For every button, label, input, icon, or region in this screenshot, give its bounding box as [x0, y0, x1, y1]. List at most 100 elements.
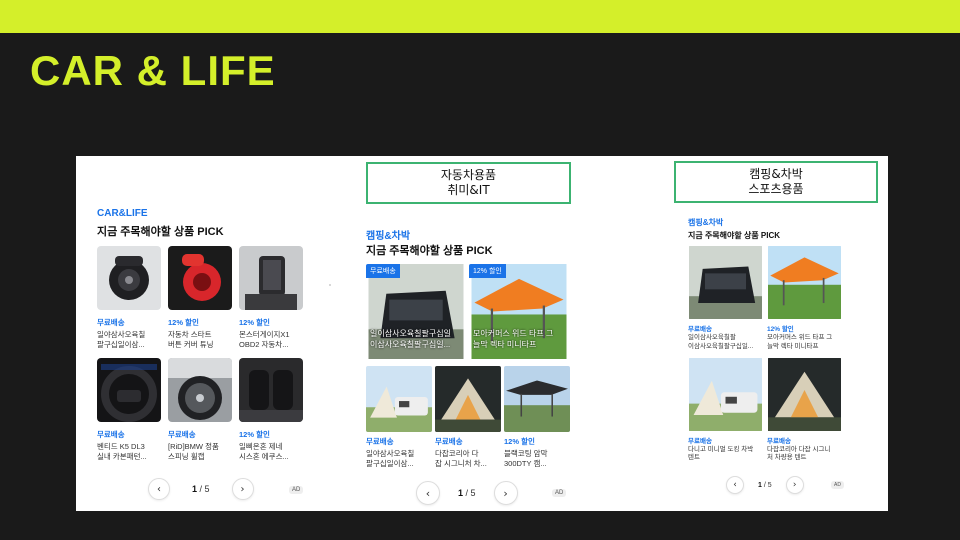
product-name-line: 처 차량용 텐트 — [767, 454, 807, 462]
product-tag: 무료배송 — [97, 318, 125, 327]
next-page-button[interactable]: › — [231, 478, 254, 500]
product-card[interactable]: 무료배송 일이삼사오육칠팔구십일 이삼사오육칠팔구십일... — [366, 264, 466, 359]
chevron-left-icon: ‹ — [733, 480, 737, 490]
product-tag: 무료배송 — [767, 437, 791, 445]
current-page: 1 — [758, 481, 762, 489]
chevron-right-icon: › — [240, 483, 245, 495]
product-badge: 무료배송 — [366, 264, 400, 278]
product-name: 자동차 스타트 버튼 커버 튜닝 — [168, 330, 232, 350]
product-card[interactable]: 무료배송 벤티드 K5 DL3 실내 카본패턴... — [97, 358, 161, 462]
page-indicator: 1 / 5 — [458, 488, 476, 498]
total-pages: / 5 — [199, 484, 210, 494]
car-wheel-image — [168, 358, 232, 422]
product-name-line: 다잡코리아 다 — [435, 449, 479, 458]
product-name-line: 잡 시그니처 차... — [435, 459, 487, 469]
product-panel-car-life: CAR&LIFE 지금 주목해야할 상품 PICK 무료배송 일야삼사오육칠 팔… — [76, 156, 336, 511]
car-awning-tent-image — [688, 358, 763, 431]
black-tarp-image — [504, 366, 570, 432]
product-name-line: 일야삼사오육칠 — [97, 330, 146, 339]
next-page-button[interactable]: › — [493, 481, 518, 505]
ad-badge: AD — [289, 486, 304, 494]
product-name: [RiD]BMW 정품 스피닝 휠캡 — [168, 442, 232, 462]
current-page: 1 — [192, 484, 198, 494]
overlay-line: 일이삼사오육칠팔구십일 — [370, 329, 451, 339]
product-card[interactable]: 12% 할인 몬스터게이지X1 OBD2 자동차... — [239, 246, 303, 350]
product-name-line: 팔구십일이삼... — [97, 340, 145, 350]
chevron-right-icon: › — [792, 480, 797, 490]
product-tag: 12% 할인 — [504, 437, 535, 446]
orange-tarp-image — [767, 246, 842, 319]
ad-badge: AD — [552, 489, 567, 497]
prev-page-button[interactable]: ‹ — [148, 478, 170, 500]
product-name: 일야삼사오육칠 팔구십일이삼... — [366, 449, 432, 469]
screenshot-canvas: CAR&LIFE 지금 주목해야할 상품 PICK 무료배송 일야삼사오육칠 팔… — [76, 156, 888, 511]
panel-brand-label: 캠핑&차박 — [366, 231, 411, 242]
product-tag: 무료배송 — [366, 437, 394, 446]
product-panel-camping-compact: 캠핑&차박 지금 주목해야할 상품 PICK 무료배송 일이삼사오육칠팔 이삼사… — [676, 156, 888, 511]
product-name: 모아커머스 위드 타프 그 늘막 렉타 미니타프 — [767, 334, 842, 352]
overlay-line: 이삼사오육칠팔구십일... — [370, 340, 451, 350]
product-panel-camping: 캠핑&차박 지금 주목해야할 상품 PICK 무료배송 일이삼사오육칠팔구십일 … — [356, 156, 586, 511]
product-card[interactable]: 무료배송 일야삼사오육칠 팔구십일이삼... — [366, 366, 432, 469]
product-tag: 12% 할인 — [168, 318, 199, 327]
product-card[interactable]: 무료배송 다잡코리아 다잡 시그니 처 차량용 텐트 — [767, 358, 842, 464]
chevron-right-icon: › — [503, 486, 508, 500]
car-phone-holder-image — [97, 246, 161, 310]
product-name-line: OBD2 자동차... — [239, 340, 289, 350]
product-name-line: 벤티드 K5 DL3 — [97, 442, 145, 452]
next-page-button[interactable]: › — [785, 476, 804, 494]
overlay-line: 모아커머스 위드 타프 그 — [473, 329, 554, 339]
panel-brand-label: 캠핑&차박 — [688, 218, 724, 227]
product-card[interactable]: 무료배송 일야삼사오육칠 팔구십일이삼... — [97, 246, 161, 350]
slide-title: CAR & LIFE — [30, 47, 276, 94]
product-name: 벤티드 K5 DL3 실내 카본패턴... — [97, 442, 161, 462]
product-name: 블랙코팅 암막 300DTY 캠... — [504, 449, 570, 469]
lit-camping-tent-image — [435, 366, 501, 432]
product-tag: 무료배송 — [168, 430, 196, 440]
product-card[interactable]: 무료배송 다잡코리아 다 잡 시그니처 차... — [435, 366, 501, 469]
product-name-line: 실내 카본패턴... — [97, 452, 147, 462]
panel-heading: 지금 주목해야할 상품 PICK — [366, 245, 493, 257]
product-tag: 12% 할인 — [239, 318, 270, 327]
featured-product-row: 무료배송 일이삼사오육칠팔구십일 이삼사오육칠팔구십일... 12% 할인 모아… — [366, 264, 569, 359]
product-name: 다잡코리아 다잡 시그니 처 차량용 텐트 — [767, 446, 842, 464]
prev-page-button[interactable]: ‹ — [416, 481, 440, 505]
red-start-button-cover-image — [168, 246, 232, 310]
product-overlay-text: 모아커머스 위드 타프 그 늘막 렉타 미니타프 — [473, 329, 565, 351]
product-tag: 무료배송 — [435, 437, 463, 446]
total-pages: / 5 — [763, 481, 772, 489]
product-card[interactable]: 12% 할인 일삐온혼 제네 시스혼 에쿠스... — [239, 358, 303, 462]
product-badge: 12% 할인 — [469, 264, 506, 278]
page-indicator: 1 / 5 — [758, 482, 772, 489]
carousel-pager: ‹ 1 / 5 › — [148, 478, 254, 500]
product-name-line: [RiD]BMW 정품 — [168, 442, 219, 452]
product-tag: 12% 할인 — [239, 430, 270, 440]
product-card[interactable]: 12% 할인 모아커머스 위드 타프 그 늘막 렉타 미니타프 — [469, 264, 569, 359]
lit-camping-tent-image — [767, 358, 842, 431]
product-card[interactable]: 12% 할인 블랙코팅 암막 300DTY 캠... — [504, 366, 570, 469]
product-name-line: 일이삼사오육칠팔 — [688, 334, 736, 341]
product-card[interactable]: 무료배송 다니고 미니멀 도킹 차박 텐트 — [688, 358, 763, 464]
product-name: 일이삼사오육칠팔 이삼사오육칠팔구십일... — [688, 334, 763, 352]
product-name-line: 블랙코팅 암막 — [504, 449, 548, 458]
chevron-left-icon: ‹ — [425, 486, 431, 500]
product-name-line: 텐트 — [688, 454, 700, 462]
product-overlay-text: 일이삼사오육칠팔구십일 이삼사오육칠팔구십일... — [370, 329, 462, 351]
product-tag: 무료배송 — [97, 430, 125, 440]
product-card[interactable]: 12% 할인 자동차 스타트 버튼 커버 튜닝 — [168, 246, 232, 350]
dashboard-phone-mount-image — [239, 246, 303, 310]
product-card[interactable]: 무료배송 [RiD]BMW 정품 스피닝 휠캡 — [168, 358, 232, 462]
product-card[interactable]: 무료배송 일이삼사오육칠팔 이삼사오육칠팔구십일... — [688, 246, 763, 352]
product-name: 일삐온혼 제네 시스혼 에쿠스... — [239, 442, 303, 462]
product-card[interactable]: 12% 할인 모아커머스 위드 타프 그 늘막 렉타 미니타프 — [767, 246, 842, 352]
product-name-line: 팔구십일이삼... — [366, 459, 414, 469]
product-name: 다니고 미니멀 도킹 차박 텐트 — [688, 446, 763, 464]
prev-page-button[interactable]: ‹ — [726, 476, 744, 494]
product-name-line: 모아커머스 위드 타프 그 — [767, 334, 833, 341]
product-name-line: 300DTY 캠... — [504, 459, 547, 469]
carousel-pager: ‹ 1 / 5 › — [416, 481, 518, 505]
product-name: 몬스터게이지X1 OBD2 자동차... — [239, 330, 303, 350]
product-tag: 12% 할인 — [767, 326, 794, 333]
car-seat-interior-image — [239, 358, 303, 422]
product-name-line: 스피닝 휠캡 — [168, 452, 205, 462]
